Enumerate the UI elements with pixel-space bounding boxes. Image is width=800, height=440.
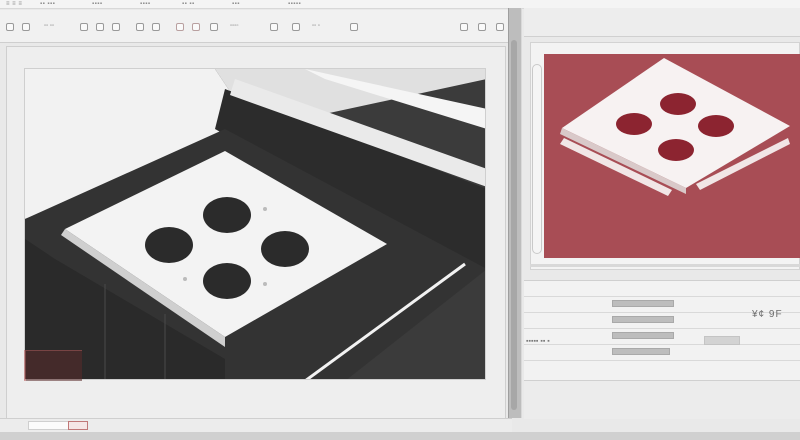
menu-item[interactable]: ▪▪▪▪ bbox=[92, 1, 103, 7]
properties-footer bbox=[524, 380, 800, 419]
preview-hole bbox=[698, 115, 734, 137]
sketch-icon[interactable] bbox=[176, 23, 184, 31]
new-file-icon[interactable] bbox=[6, 23, 14, 31]
extrude-icon[interactable] bbox=[192, 23, 200, 31]
table-row-divider bbox=[524, 344, 800, 345]
selection-marker bbox=[24, 350, 82, 381]
preview-scene bbox=[560, 58, 790, 196]
status-indicator[interactable] bbox=[68, 421, 88, 430]
settings-icon[interactable] bbox=[350, 23, 358, 31]
table-row-divider bbox=[524, 360, 800, 361]
toolbar-label[interactable]: ▫▫ ▫▫ bbox=[44, 23, 54, 29]
table-row-divider bbox=[524, 328, 800, 329]
menu-item[interactable]: ▪▪▪▪▪ bbox=[288, 1, 301, 7]
preview-hole bbox=[660, 93, 696, 115]
redo-icon[interactable] bbox=[112, 23, 120, 31]
menu-item[interactable]: ▪▪ ▪▪▪ bbox=[40, 1, 55, 7]
hole bbox=[145, 227, 193, 263]
property-bar[interactable] bbox=[612, 332, 674, 339]
menu-item[interactable]: ▪▪▪▪ bbox=[140, 1, 151, 7]
pin-mark bbox=[263, 282, 267, 286]
undo-icon[interactable] bbox=[96, 23, 104, 31]
menu-item[interactable]: ▪▪ ▪▪ bbox=[182, 1, 195, 7]
preview-viewport[interactable] bbox=[544, 54, 800, 258]
property-input[interactable] bbox=[704, 336, 740, 345]
preview-plate bbox=[562, 58, 790, 188]
zoom-icon[interactable] bbox=[460, 23, 468, 31]
property-bar[interactable] bbox=[612, 348, 670, 355]
hole bbox=[203, 263, 251, 299]
property-value: ¥¢ 9F bbox=[752, 309, 783, 320]
select-icon[interactable] bbox=[136, 23, 144, 31]
status-field[interactable] bbox=[28, 421, 70, 430]
toolbar-label[interactable]: ▫▫▫▫ bbox=[230, 23, 239, 29]
hole bbox=[203, 197, 251, 233]
property-label: ▪▪▪▪▪ ▪▪ ▪ bbox=[526, 338, 550, 345]
preview-hole bbox=[658, 139, 694, 161]
splitter-grip[interactable] bbox=[511, 40, 517, 410]
move-icon[interactable] bbox=[152, 23, 160, 31]
preview-scroll-handle[interactable] bbox=[532, 64, 542, 254]
preview-hole bbox=[616, 113, 652, 135]
3d-viewport[interactable] bbox=[24, 68, 486, 380]
view-icon[interactable] bbox=[292, 23, 300, 31]
fit-view-icon[interactable] bbox=[478, 23, 486, 31]
close-icon[interactable] bbox=[496, 23, 504, 31]
save-icon[interactable] bbox=[80, 23, 88, 31]
menu-item[interactable]: ≡ ≡ ≡ bbox=[6, 1, 22, 7]
toolbar-label[interactable]: ▫▫ ▫ bbox=[312, 23, 320, 29]
pin-mark bbox=[263, 207, 267, 211]
property-bar[interactable] bbox=[612, 316, 674, 323]
hole bbox=[261, 231, 309, 267]
menu-item[interactable]: ▪▪▪ bbox=[232, 1, 240, 7]
viewport-scene bbox=[25, 69, 485, 379]
toolbar: ▫▫ ▫▫ ▫▫▫▫ ▫▫ ▫ bbox=[0, 10, 512, 43]
property-bar[interactable] bbox=[612, 300, 674, 307]
table-row-divider bbox=[524, 296, 800, 297]
preview-divider bbox=[530, 264, 800, 267]
cut-icon[interactable] bbox=[210, 23, 218, 31]
window-bottom-edge bbox=[0, 432, 800, 440]
open-file-icon[interactable] bbox=[22, 23, 30, 31]
right-panel-header bbox=[524, 8, 800, 37]
pin-mark bbox=[183, 277, 187, 281]
measure-icon[interactable] bbox=[270, 23, 278, 31]
